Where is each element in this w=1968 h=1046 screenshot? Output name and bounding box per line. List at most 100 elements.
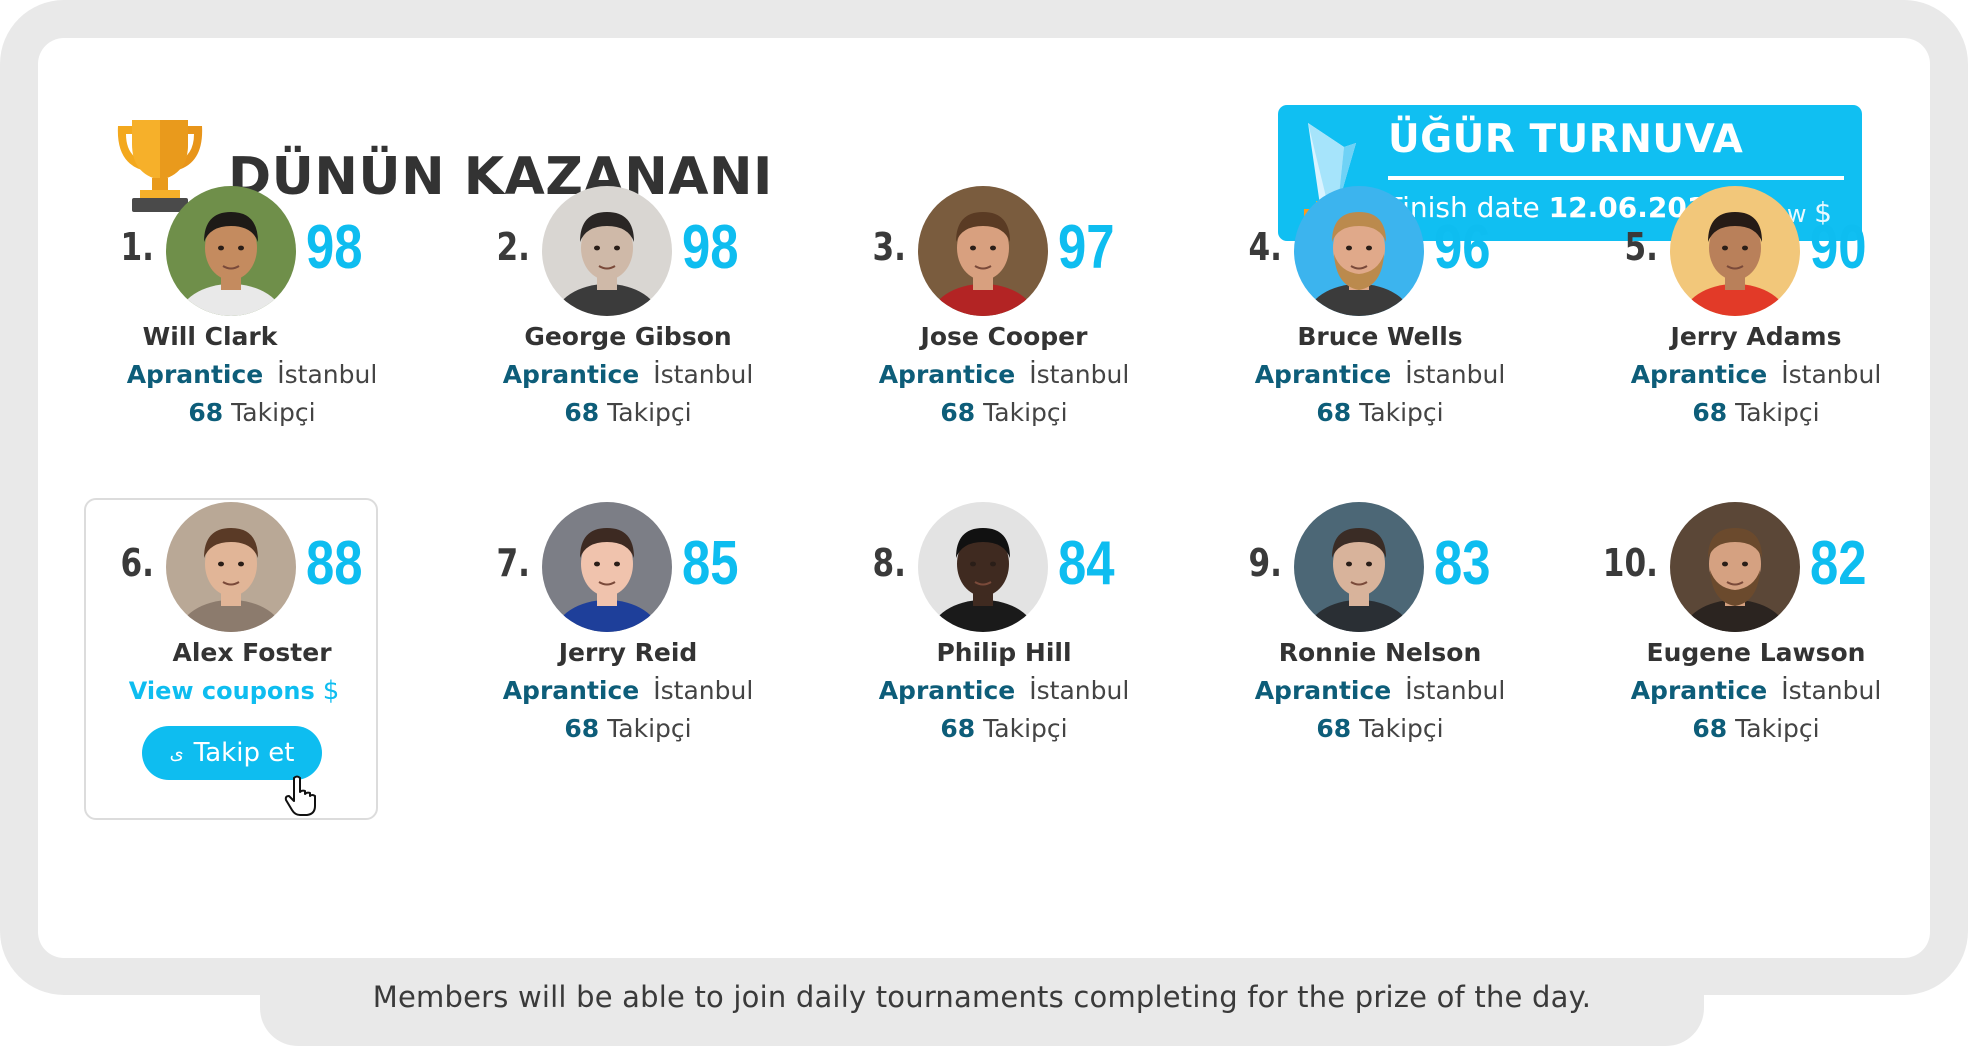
winner-rank: 6.: [120, 541, 154, 585]
winner-name[interactable]: Philip Hill: [854, 638, 1154, 667]
winner-level: Aprantice: [878, 676, 1016, 705]
followers-count: 68: [940, 398, 976, 427]
follow-label: Takip et: [193, 738, 295, 768]
followers-count: 68: [188, 398, 224, 427]
winner-rank: 9.: [1248, 541, 1282, 585]
followers-count: 68: [1316, 714, 1352, 743]
hand-cursor-icon: [284, 775, 318, 822]
winner-meta: Aprantice İstanbul: [854, 360, 1154, 389]
winner-rank: 4.: [1248, 225, 1282, 269]
winner-followers: 68 Takipçi: [1606, 714, 1906, 743]
winner-name[interactable]: Jerry Reid: [478, 638, 778, 667]
winner-name[interactable]: Alex Foster: [102, 638, 402, 667]
winner-city: İstanbul: [1405, 676, 1506, 705]
winner-avatar[interactable]: [542, 186, 672, 316]
followers-label: Takipçi: [1359, 398, 1444, 427]
winner-rank: 7.: [496, 541, 530, 585]
winner-name[interactable]: Jose Cooper: [854, 322, 1154, 351]
winner-city: İstanbul: [1405, 360, 1506, 389]
followers-label: Takipçi: [1735, 398, 1820, 427]
winner-score: 96: [1434, 213, 1491, 282]
followers-count: 68: [1692, 398, 1728, 427]
winner-followers: 68 Takipçi: [478, 714, 778, 743]
followers-count: 68: [564, 714, 600, 743]
winner-meta: Aprantice İstanbul: [854, 676, 1154, 705]
followers-label: Takipçi: [983, 714, 1068, 743]
winner-followers: 68 Takipçi: [854, 714, 1154, 743]
winner-city: İstanbul: [277, 360, 378, 389]
winner-score: 84: [1058, 529, 1115, 598]
followers-label: Takipçi: [607, 714, 692, 743]
winner-avatar[interactable]: [1294, 186, 1424, 316]
winner-level: Aprantice: [1254, 360, 1392, 389]
winner-name[interactable]: George Gibson: [478, 322, 778, 351]
winner-avatar[interactable]: [166, 186, 296, 316]
follow-button[interactable]: ى Takip et: [142, 726, 322, 780]
followers-label: Takipçi: [1735, 714, 1820, 743]
winner-city: İstanbul: [1781, 360, 1882, 389]
followers-label: Takipçi: [231, 398, 316, 427]
winner-followers: 68 Takipçi: [1230, 398, 1530, 427]
winner-city: İstanbul: [1029, 676, 1130, 705]
winner-followers: 68 Takipçi: [1606, 398, 1906, 427]
winner-score: 98: [682, 213, 739, 282]
winner-rank: 10.: [1602, 541, 1658, 585]
winner-level: Aprantice: [878, 360, 1016, 389]
winner-name[interactable]: Jerry Adams: [1606, 322, 1906, 351]
followers-count: 68: [564, 398, 600, 427]
winner-avatar[interactable]: [918, 186, 1048, 316]
winner-name[interactable]: Ronnie Nelson: [1230, 638, 1530, 667]
followers-label: Takipçi: [607, 398, 692, 427]
winner-score: 90: [1810, 213, 1867, 282]
winner-level: Aprantice: [1630, 676, 1768, 705]
view-coupons-link[interactable]: View coupons $: [84, 676, 384, 706]
winner-avatar[interactable]: [166, 502, 296, 632]
follow-icon: ى: [169, 742, 184, 764]
winner-score: 88: [306, 529, 363, 598]
winner-meta: Aprantice İstanbul: [1230, 676, 1530, 705]
winner-avatar[interactable]: [1670, 502, 1800, 632]
winner-followers: 68 Takipçi: [854, 398, 1154, 427]
winner-followers: 68 Takipçi: [1230, 714, 1530, 743]
winner-avatar[interactable]: [542, 502, 672, 632]
caption-text: Members will be able to join daily tourn…: [372, 980, 1592, 1014]
winner-name[interactable]: Bruce Wells: [1230, 322, 1530, 351]
followers-count: 68: [940, 714, 976, 743]
winner-level: Aprantice: [1254, 676, 1392, 705]
followers-label: Takipçi: [983, 398, 1068, 427]
winner-name[interactable]: Will Clark: [60, 322, 360, 351]
winner-score: 98: [306, 213, 363, 282]
winner-rank: 8.: [872, 541, 906, 585]
winner-name[interactable]: Eugene Lawson: [1606, 638, 1906, 667]
tournament-divider: [1388, 176, 1844, 180]
dollar-icon: $: [322, 676, 340, 706]
winner-level: Aprantice: [502, 360, 640, 389]
winner-city: İstanbul: [653, 360, 754, 389]
winner-level: Aprantice: [502, 676, 640, 705]
winner-meta: Aprantice İstanbul: [1230, 360, 1530, 389]
winner-avatar[interactable]: [1294, 502, 1424, 632]
winner-score: 97: [1058, 213, 1115, 282]
winner-rank: 1.: [120, 225, 154, 269]
winner-followers: 68 Takipçi: [478, 398, 778, 427]
view-coupons-label: View coupons: [128, 677, 315, 705]
winner-score: 85: [682, 529, 739, 598]
winner-rank: 2.: [496, 225, 530, 269]
followers-label: Takipçi: [1359, 714, 1444, 743]
winner-meta: Aprantice İstanbul: [1606, 676, 1906, 705]
winner-rank: 5.: [1624, 225, 1658, 269]
followers-count: 68: [1692, 714, 1728, 743]
winner-meta: Aprantice İstanbul: [478, 676, 778, 705]
winner-score: 83: [1434, 529, 1491, 598]
winner-level: Aprantice: [1630, 360, 1768, 389]
winner-avatar[interactable]: [918, 502, 1048, 632]
winner-city: İstanbul: [1781, 676, 1882, 705]
page-title: DÜNÜN KAZANANI: [228, 147, 773, 207]
winner-meta: Aprantice İstanbul: [102, 360, 402, 389]
winner-followers: 68 Takipçi: [102, 398, 402, 427]
winner-avatar[interactable]: [1670, 186, 1800, 316]
followers-count: 68: [1316, 398, 1352, 427]
winner-meta: Aprantice İstanbul: [1606, 360, 1906, 389]
winner-city: İstanbul: [653, 676, 754, 705]
winner-rank: 3.: [872, 225, 906, 269]
